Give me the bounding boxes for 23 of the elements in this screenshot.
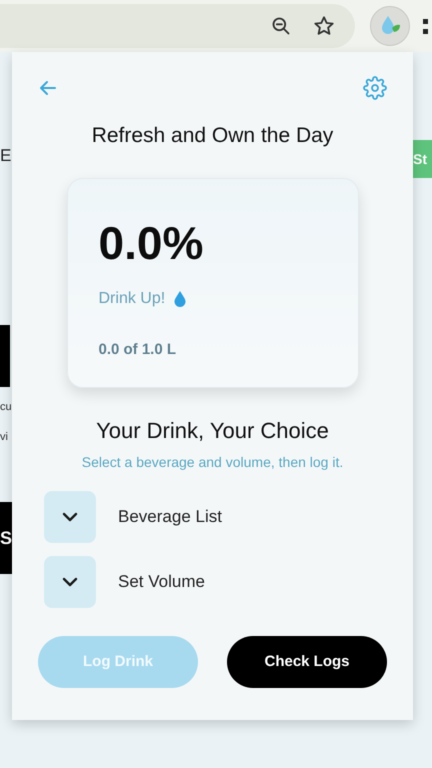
dropdown-label[interactable]: Set Volume	[118, 569, 205, 595]
progress-message: Drink Up!	[98, 289, 166, 309]
dropdown-label[interactable]: Beverage List	[118, 504, 222, 530]
extension-button[interactable]	[370, 6, 410, 46]
zoom-out-icon[interactable]	[271, 16, 291, 36]
star-icon[interactable]	[313, 15, 335, 37]
section-title: Your Drink, Your Choice	[96, 417, 329, 445]
section-subtitle: Select a beverage and volume, then log it.	[82, 453, 344, 472]
chevron-down-icon	[62, 512, 78, 522]
progress-percent: 0.0%	[98, 217, 204, 269]
dropdown-toggle[interactable]	[44, 556, 96, 608]
chevron-down-icon	[62, 577, 78, 587]
page-text: cu	[0, 400, 12, 415]
page-text: E	[0, 145, 12, 167]
settings-icon[interactable]	[363, 76, 387, 100]
popup-title: Refresh and Own the Day	[92, 123, 334, 149]
back-arrow-icon[interactable]	[38, 78, 58, 98]
check-logs-button[interactable]: Check Logs	[227, 636, 387, 688]
page-image	[0, 325, 10, 387]
dropdown-toggle[interactable]	[44, 491, 96, 543]
page-text: vi	[0, 430, 9, 445]
progress-amount: 0.0 of 1.0 L	[98, 340, 178, 360]
water-drop-icon	[173, 290, 188, 308]
